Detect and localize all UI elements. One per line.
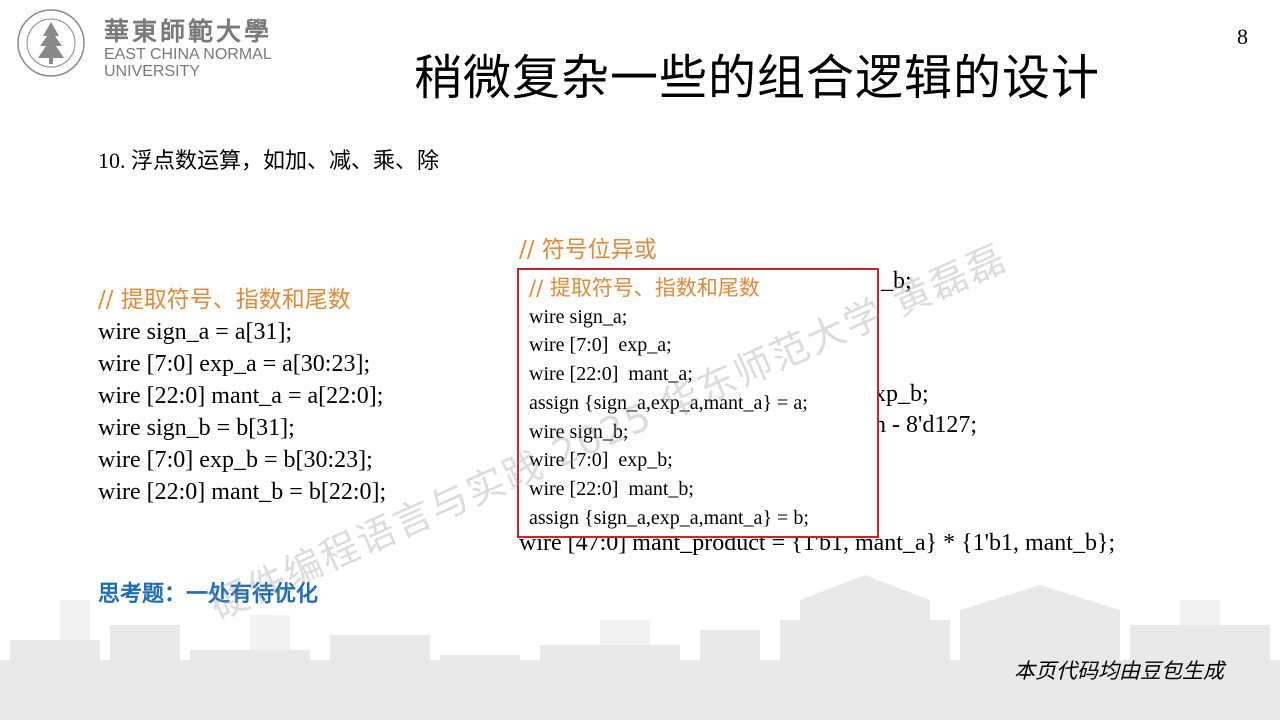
code-comment: // 符号位异或 <box>519 237 657 263</box>
university-logo: 華東師範大學 EAST CHINA NORMAL UNIVERSITY <box>8 6 288 82</box>
code-line: wire [22:0] mant_a = a[22:0]; <box>98 383 384 409</box>
logo-english-line2: UNIVERSITY <box>104 63 201 80</box>
left-code-block: // 提取符号、指数和尾数 wire sign_a = a[31]; wire … <box>98 284 386 508</box>
code-line: wire [7:0] exp_a = a[30:23]; <box>98 351 371 377</box>
logo-english-line1: EAST CHINA NORMAL <box>104 46 272 63</box>
code-line: wire [7:0] exp_b = b[30:23]; <box>98 447 373 473</box>
code-comment: // 提取符号、指数和尾数 <box>529 276 760 300</box>
code-line: wire [22:0] mant_b; <box>529 477 694 500</box>
page-number: 8 <box>1237 24 1248 49</box>
footer-note: 本页代码均由豆包生成 <box>1014 659 1224 683</box>
code-line: wire sign_a = a[31]; <box>98 319 293 345</box>
slide-title: 稍微复杂一些的组合逻辑的设计 <box>414 50 1101 106</box>
code-line: wire sign_b = b[31]; <box>98 415 295 441</box>
code-comment: // 提取符号、指数和尾数 <box>98 287 351 313</box>
university-seal-icon <box>17 9 85 77</box>
logo-chinese-name: 華東師範大學 <box>104 17 273 46</box>
logo-english-name: EAST CHINA NORMAL UNIVERSITY <box>104 46 272 80</box>
code-line: wire [22:0] mant_b = b[22:0]; <box>98 479 387 505</box>
code-line: assign {sign_a,exp_a,mant_a} = b; <box>529 506 809 529</box>
slide-subtitle: 10. 浮点数运算，如加、减、乘、除 <box>98 148 440 173</box>
